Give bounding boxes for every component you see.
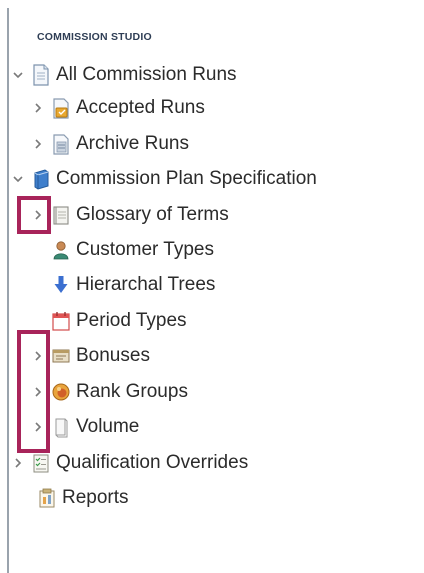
chevron-right-icon[interactable]	[31, 129, 45, 159]
chevron-down-icon[interactable]	[11, 164, 25, 194]
tree-item-label: Accepted Runs	[76, 97, 205, 118]
tree-item-label: Qualification Overrides	[56, 452, 249, 473]
rank-badge-icon	[51, 381, 71, 403]
panel-border	[7, 8, 9, 573]
tree-item-label: Customer Types	[76, 239, 214, 260]
book-stack-icon	[31, 168, 51, 190]
tree-item-hierarchal-trees[interactable]: Hierarchal Trees	[51, 270, 215, 300]
bonus-icon	[51, 345, 71, 367]
tree-item-accepted-runs[interactable]: Accepted Runs	[31, 93, 205, 123]
chevron-down-icon[interactable]	[11, 60, 25, 90]
tree-item-customer-types[interactable]: Customer Types	[51, 235, 214, 265]
chevron-right-icon[interactable]	[31, 93, 45, 123]
glossary-icon	[51, 204, 71, 226]
tree-item-label: All Commission Runs	[56, 64, 237, 85]
highlight-box-glossary-chevron	[17, 196, 51, 234]
tree-item-archive-runs[interactable]: Archive Runs	[31, 129, 189, 159]
tree-item-label: Reports	[62, 487, 129, 508]
person-icon	[51, 239, 71, 261]
tree-item-reports[interactable]: Reports	[37, 483, 129, 513]
checklist-icon	[31, 452, 51, 474]
tree-item-label: Glossary of Terms	[76, 204, 229, 225]
tree-item-label: Rank Groups	[76, 381, 188, 402]
document-icon	[31, 64, 51, 86]
tree-item-label: Period Types	[76, 310, 187, 331]
calendar-icon	[51, 310, 71, 332]
tree-item-rank-groups[interactable]: Rank Groups	[31, 377, 188, 407]
tree-item-label: Volume	[76, 416, 140, 437]
accepted-runs-icon	[51, 97, 71, 119]
highlight-box-expand-chevrons	[17, 330, 50, 453]
tree-item-label: Commission Plan Specification	[56, 168, 317, 189]
archive-runs-icon	[51, 133, 71, 155]
section-title: COMMISSION STUDIO	[37, 31, 152, 43]
commission-studio-panel: COMMISSION STUDIO All Commission Runs Ac…	[0, 0, 424, 573]
tree-item-label: Archive Runs	[76, 133, 189, 154]
tree-item-label: Hierarchal Trees	[76, 274, 216, 295]
reports-icon	[37, 487, 57, 509]
tree-item-commission-plan-specification[interactable]: Commission Plan Specification	[11, 164, 317, 194]
volume-icon	[51, 416, 71, 438]
tree-item-period-types[interactable]: Period Types	[51, 306, 187, 336]
tree-item-glossary-of-terms[interactable]: Glossary of Terms	[31, 200, 229, 230]
tree-item-all-commission-runs[interactable]: All Commission Runs	[11, 60, 237, 90]
arrow-down-icon	[51, 274, 71, 296]
tree-item-label: Bonuses	[76, 345, 150, 366]
